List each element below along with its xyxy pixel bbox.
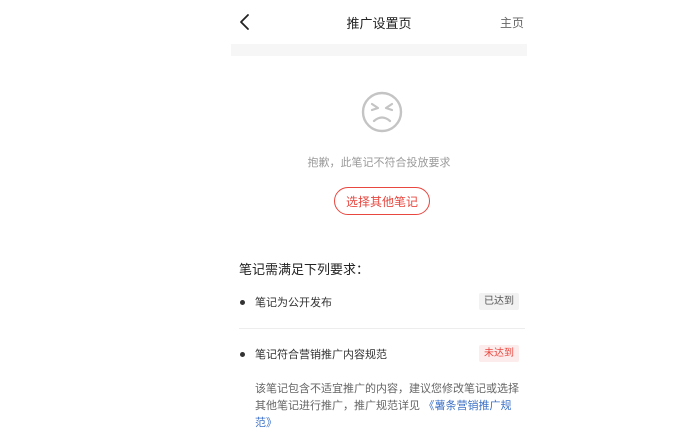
status-badge: 已达到: [479, 293, 519, 310]
requirement-label: 笔记符合营销推广内容规范: [255, 348, 387, 361]
status-badge: 未达到: [479, 345, 519, 362]
ineligible-message: 抱歉，此笔记不符合投放要求: [307, 156, 451, 169]
sad-face-icon: [361, 91, 403, 133]
page-title: 推广设置页: [346, 17, 412, 32]
requirements-title: 笔记需满足下列要求：: [239, 263, 370, 278]
requirement-note: 该笔记包含不适宜推广的内容，建议您修改笔记或选择其他笔记进行推广，推广规范详见 …: [255, 380, 525, 431]
divider: [239, 328, 525, 329]
choose-other-note-button[interactable]: 选择其他笔记: [334, 187, 430, 215]
home-link[interactable]: 主页: [500, 14, 524, 31]
requirement-label: 笔记为公开发布: [255, 296, 332, 309]
promotion-settings-page: 推广设置页 主页 抱歉，此笔记不符合投放要求 选择其他笔记 笔记需满足下列要求：…: [231, 0, 527, 436]
bullet-dot: [240, 300, 245, 305]
nav-bar: 推广设置页 主页: [231, 0, 527, 44]
section-divider: [231, 44, 527, 56]
bullet-dot: [240, 352, 245, 357]
